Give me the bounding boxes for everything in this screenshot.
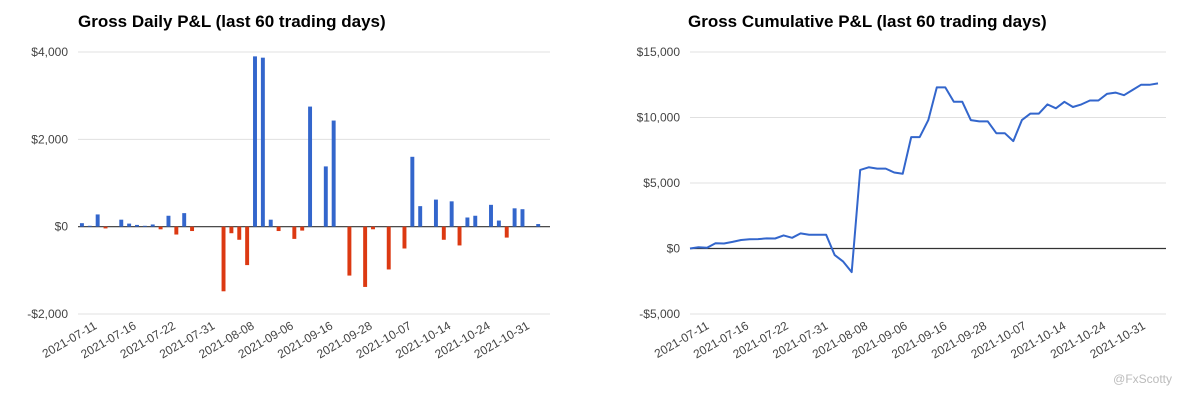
bar	[410, 156, 415, 227]
bar	[158, 226, 163, 230]
cumulative-pnl-svg: -$5,000$0$5,000$10,000$15,0002021-07-112…	[637, 45, 1166, 361]
bar	[504, 226, 509, 238]
cumulative-pnl-chart: Gross Cumulative P&L (last 60 trading da…	[600, 0, 1182, 408]
bar	[520, 209, 525, 227]
bar	[229, 226, 234, 234]
bar	[308, 106, 313, 227]
bar	[166, 215, 171, 227]
bar	[142, 225, 147, 227]
bar	[441, 226, 446, 240]
watermark-text: @FxScotty	[1113, 372, 1172, 386]
bar	[323, 166, 328, 227]
bar	[402, 226, 407, 249]
bar	[260, 57, 265, 227]
bar	[268, 219, 273, 227]
bar	[418, 206, 423, 227]
y-tick-label: $0	[667, 242, 681, 256]
y-tick-label: $2,000	[31, 132, 68, 146]
daily-pnl-chart: Gross Daily P&L (last 60 trading days) -…	[0, 0, 580, 408]
y-tick-label: $0	[55, 220, 69, 234]
bar	[182, 213, 187, 227]
bar	[150, 224, 155, 227]
y-tick-label: -$2,000	[27, 307, 68, 321]
y-tick-label: $10,000	[637, 111, 681, 125]
bar	[536, 224, 541, 227]
bar	[457, 226, 462, 246]
bar	[300, 226, 305, 231]
bar	[119, 219, 124, 227]
bar	[127, 223, 132, 227]
bar	[489, 204, 493, 227]
cumulative-line	[689, 82, 1159, 274]
bar	[237, 226, 242, 240]
bar	[79, 223, 84, 227]
y-tick-label: $15,000	[637, 45, 681, 59]
bar	[512, 208, 517, 227]
bar	[245, 226, 250, 266]
bar	[174, 226, 179, 235]
y-tick-label: $4,000	[31, 45, 68, 59]
bar	[221, 226, 226, 292]
bar	[347, 226, 352, 276]
y-tick-label: $5,000	[643, 176, 680, 190]
bar	[276, 226, 281, 232]
bar	[371, 226, 375, 230]
bar	[465, 217, 470, 227]
bar	[95, 214, 100, 227]
bar	[496, 220, 501, 227]
bar	[135, 224, 139, 227]
bar	[433, 199, 438, 227]
bar	[87, 225, 92, 227]
bar	[331, 120, 336, 227]
daily-pnl-svg: -$2,000$0$2,000$4,0002021-07-112021-07-1…	[27, 45, 550, 361]
bar	[386, 226, 391, 270]
bar	[363, 226, 368, 287]
bar	[190, 226, 195, 232]
bar	[103, 226, 108, 229]
y-tick-label: -$5,000	[639, 307, 680, 321]
bar	[449, 201, 454, 227]
bar	[292, 226, 297, 239]
bar	[253, 56, 257, 227]
bar	[473, 215, 478, 227]
